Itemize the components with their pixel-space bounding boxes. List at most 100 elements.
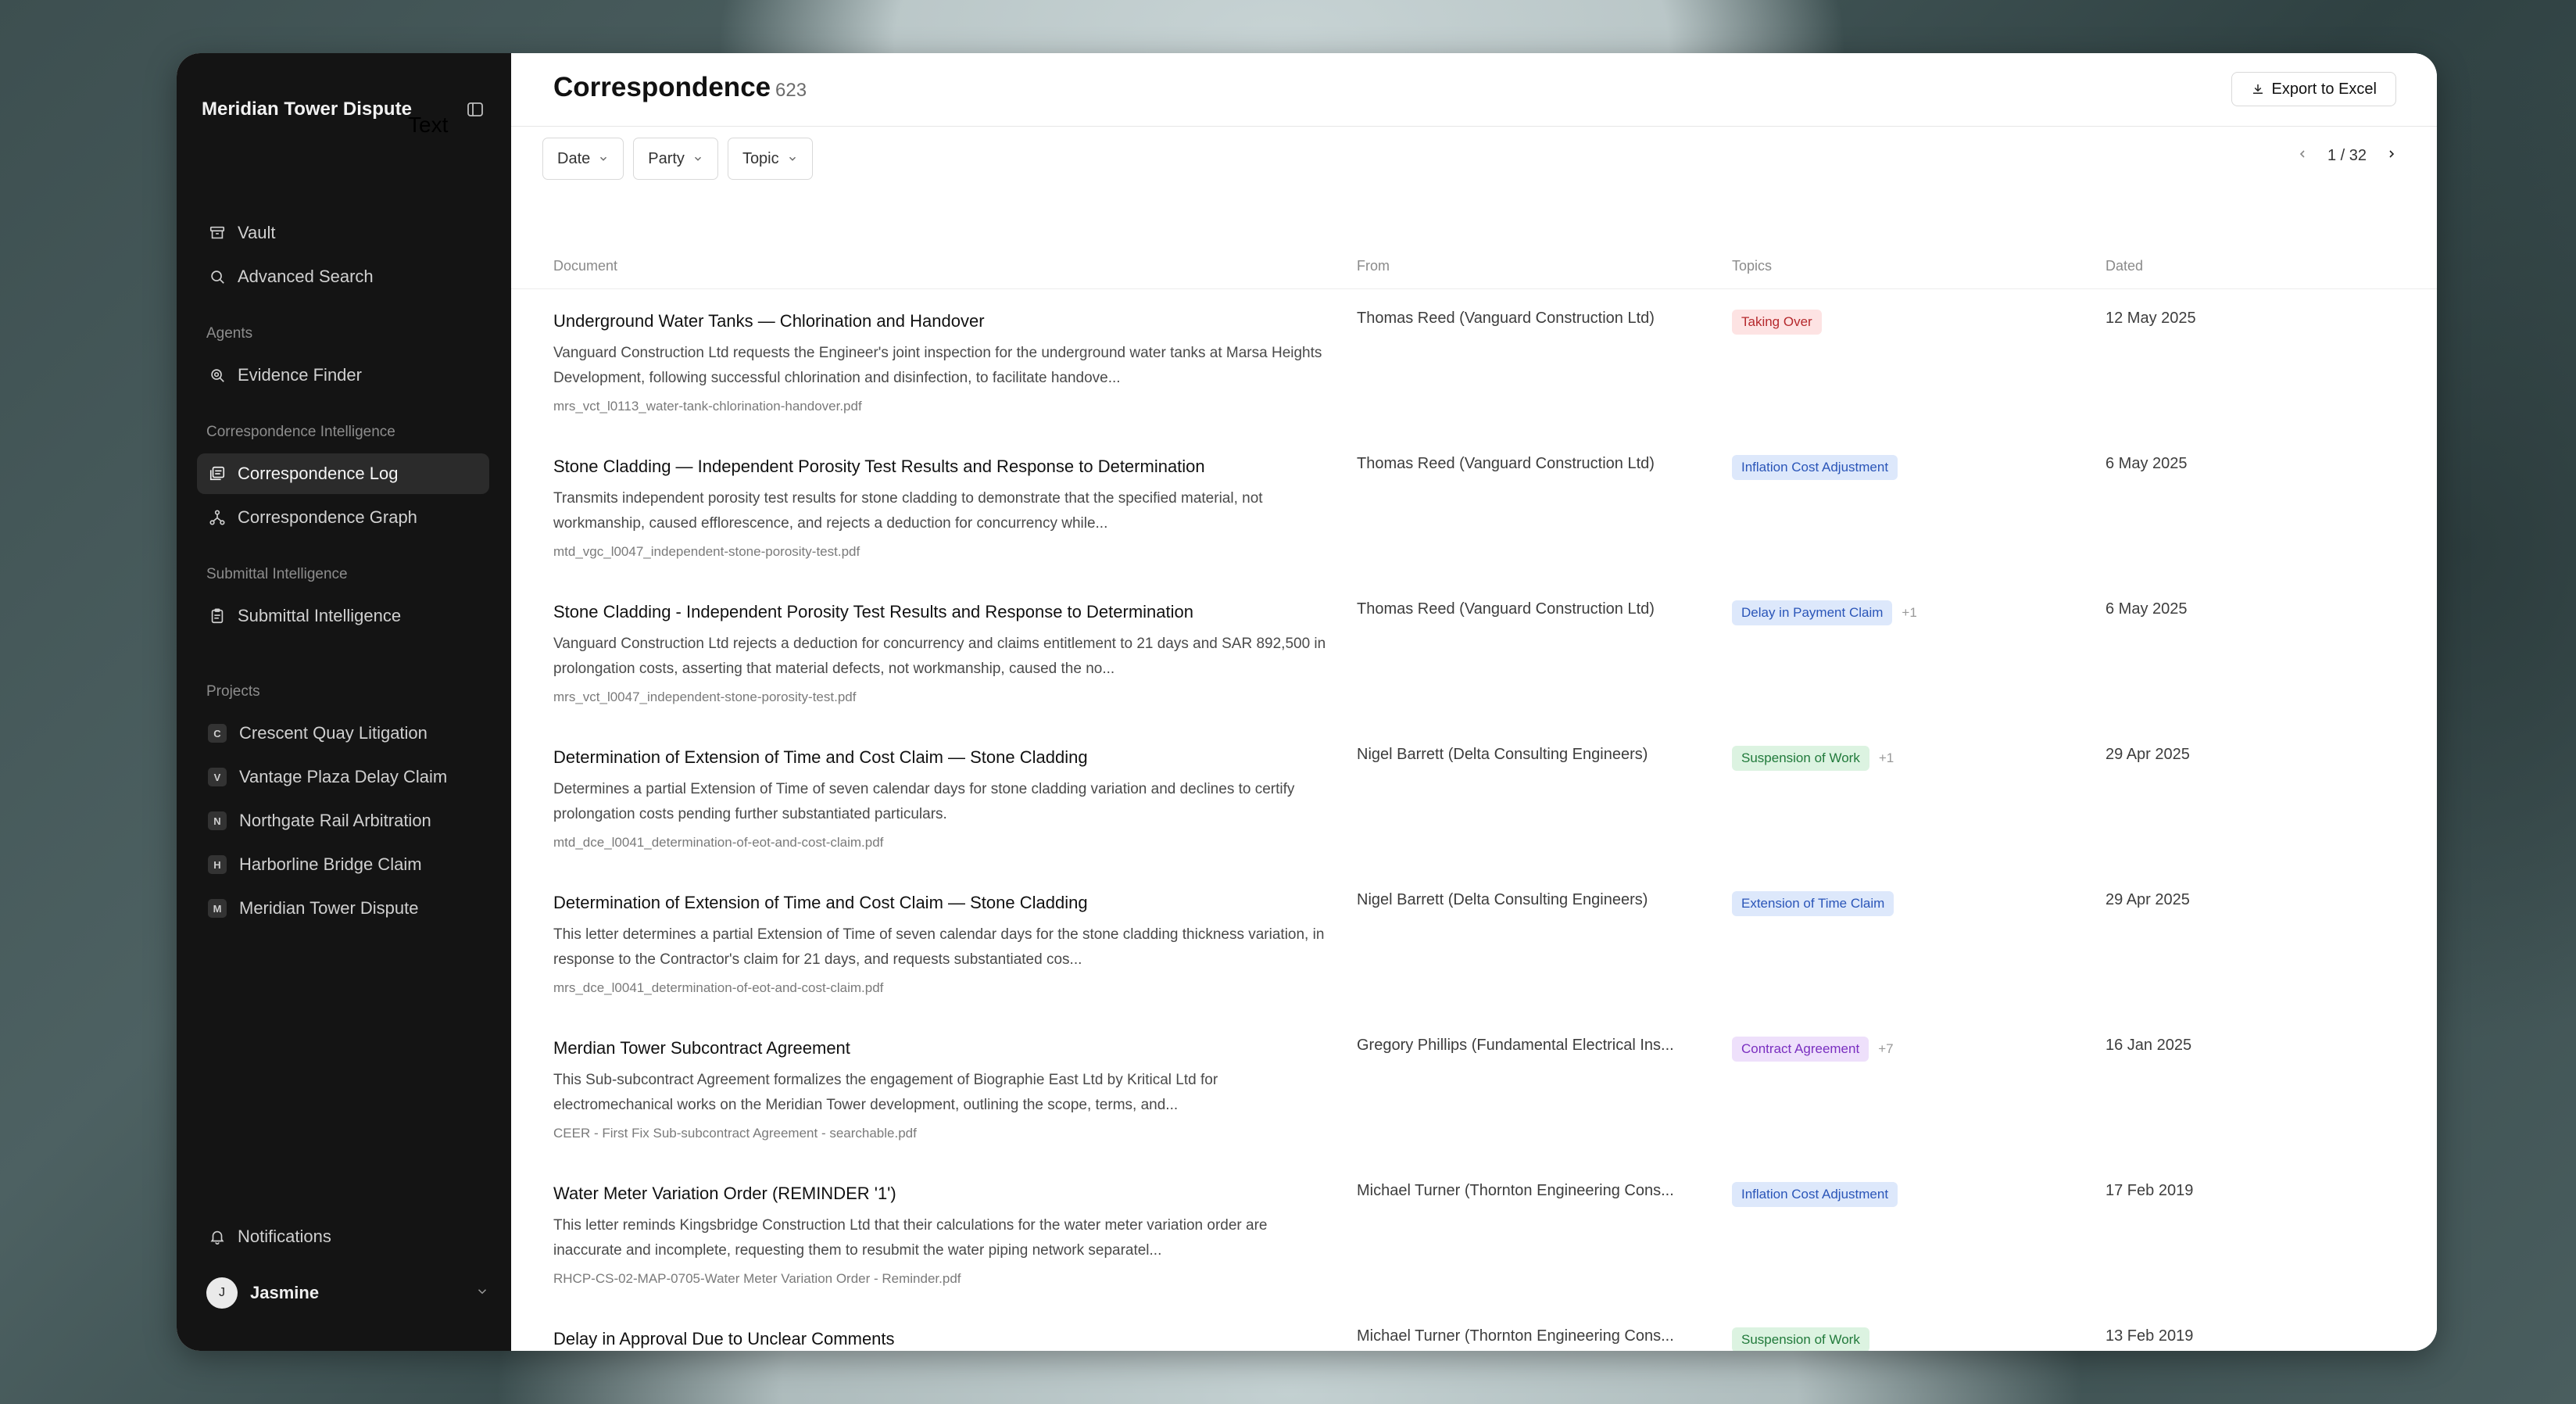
nav-notifications[interactable]: Notifications — [197, 1216, 489, 1257]
project-item-vantage-plaza[interactable]: V Vantage Plaza Delay Claim — [197, 757, 489, 797]
topics-cell: Suspension of Work — [1732, 1327, 1869, 1351]
nav-submittal-intelligence-label: Submittal Intelligence — [238, 606, 402, 625]
table-row[interactable]: Water Meter Variation Order (REMINDER '1… — [511, 1162, 2437, 1307]
dated: 17 Feb 2019 — [2106, 1182, 2194, 1199]
project-item-crescent-quay[interactable]: C Crescent Quay Litigation — [197, 713, 489, 754]
graph-icon — [208, 508, 227, 527]
filter-topic[interactable]: Topic — [727, 138, 813, 180]
sidebar-toggle-icon[interactable] — [464, 98, 486, 120]
document-title[interactable]: Determination of Extension of Time and C… — [553, 893, 1088, 913]
user-name: Jasmine — [250, 1283, 320, 1302]
nav-correspondence-graph[interactable]: Correspondence Graph — [197, 497, 489, 538]
column-header-dated[interactable]: Dated — [2106, 258, 2143, 274]
sender: Thomas Reed (Vanguard Construction Ltd) — [1357, 455, 1655, 472]
topic-tag[interactable]: Delay in Payment Claim — [1732, 600, 1893, 625]
nav-advanced-search[interactable]: Advanced Search — [197, 256, 489, 297]
user-menu[interactable]: J Jasmine — [197, 1273, 489, 1313]
table-row[interactable]: Determination of Extension of Time and C… — [511, 871, 2437, 1016]
table-row[interactable]: Merdian Tower Subcontract Agreement This … — [511, 1016, 2437, 1162]
app-window: Meridian Tower Dispute Text Vault Advanc… — [177, 53, 2437, 1351]
column-header-document[interactable]: Document — [553, 258, 617, 274]
document-title[interactable]: Underground Water Tanks — Chlorination a… — [553, 311, 985, 331]
topics-cell: Contract Agreement +7 — [1732, 1037, 1894, 1062]
project-badge: V — [208, 768, 227, 786]
nav-submittal-intelligence[interactable]: Submittal Intelligence — [197, 596, 489, 636]
download-icon — [2251, 82, 2265, 96]
topic-tag[interactable]: Extension of Time Claim — [1732, 891, 1894, 916]
project-label: Crescent Quay Litigation — [239, 723, 428, 743]
nav-correspondence-log-label: Correspondence Log — [238, 464, 399, 483]
export-to-excel-button[interactable]: Export to Excel — [2231, 72, 2396, 106]
filter-date[interactable]: Date — [542, 138, 624, 180]
chevron-down-icon — [787, 153, 798, 164]
ghost-text: Text — [408, 113, 449, 137]
nav-vault[interactable]: Vault — [197, 213, 489, 253]
column-header-from[interactable]: From — [1357, 258, 1390, 274]
topic-tag[interactable]: Inflation Cost Adjustment — [1732, 455, 1898, 480]
column-header-topics[interactable]: Topics — [1732, 258, 1772, 274]
sender: Nigel Barrett (Delta Consulting Engineer… — [1357, 891, 1648, 908]
document-filename[interactable]: CEER - First Fix Sub-subcontract Agreeme… — [553, 1126, 917, 1141]
table-row[interactable]: Stone Cladding - Independent Porosity Te… — [511, 580, 2437, 725]
document-filename[interactable]: mtd_vgc_l0047_independent-stone-porosity… — [553, 544, 860, 560]
document-title[interactable]: Stone Cladding - Independent Porosity Te… — [553, 602, 1193, 622]
table-row[interactable]: Delay in Approval Due to Unclear Comment… — [511, 1307, 2437, 1351]
document-filename[interactable]: mrs_vct_l0047_independent-stone-porosity… — [553, 689, 856, 705]
project-badge: M — [208, 899, 227, 918]
document-title[interactable]: Merdian Tower Subcontract Agreement — [553, 1038, 850, 1058]
project-item-meridian-tower[interactable]: M Meridian Tower Dispute — [197, 888, 489, 929]
sender: Thomas Reed (Vanguard Construction Ltd) — [1357, 600, 1655, 618]
export-label: Export to Excel — [2271, 80, 2377, 98]
sender: Michael Turner (Thornton Engineering Con… — [1357, 1182, 1674, 1199]
section-label-submittal: Submittal Intelligence — [206, 566, 348, 582]
topic-tag[interactable]: Suspension of Work — [1732, 1327, 1869, 1351]
topic-tag[interactable]: Suspension of Work — [1732, 746, 1869, 771]
workspace-title: Meridian Tower Dispute — [202, 98, 412, 120]
document-filename[interactable]: mtd_dce_l0041_determination-of-eot-and-c… — [553, 835, 883, 851]
next-page-icon[interactable] — [2385, 147, 2398, 165]
table-row[interactable]: Underground Water Tanks — Chlorination a… — [511, 289, 2437, 435]
topic-tag[interactable]: Contract Agreement — [1732, 1037, 1869, 1062]
table-row[interactable]: Stone Cladding — Independent Porosity Te… — [511, 435, 2437, 580]
project-item-harborline-bridge[interactable]: H Harborline Bridge Claim — [197, 844, 489, 885]
project-item-northgate-rail[interactable]: N Northgate Rail Arbitration — [197, 800, 489, 841]
prev-page-icon[interactable] — [2296, 147, 2309, 165]
table-row[interactable]: Determination of Extension of Time and C… — [511, 725, 2437, 871]
topic-tag[interactable]: Inflation Cost Adjustment — [1732, 1182, 1898, 1207]
dated: 13 Feb 2019 — [2106, 1327, 2194, 1345]
section-label-projects: Projects — [206, 683, 260, 700]
document-filename[interactable]: mrs_dce_l0041_determination-of-eot-and-c… — [553, 980, 883, 996]
document-title[interactable]: Water Meter Variation Order (REMINDER '1… — [553, 1184, 896, 1204]
document-summary: Vanguard Construction Ltd rejects a dedu… — [553, 636, 1326, 677]
zoom-icon — [208, 366, 227, 385]
sender: Thomas Reed (Vanguard Construction Ltd) — [1357, 310, 1655, 327]
more-topics-count[interactable]: +1 — [1902, 605, 1916, 621]
more-topics-count[interactable]: +7 — [1878, 1041, 1893, 1057]
table-header: Document From Topics Dated — [511, 249, 2437, 289]
project-label: Harborline Bridge Claim — [239, 854, 422, 874]
document-filename[interactable]: RHCP-CS-02-MAP-0705-Water Meter Variatio… — [553, 1271, 961, 1287]
topics-cell: Inflation Cost Adjustment — [1732, 455, 1898, 480]
chevron-down-icon — [598, 153, 609, 164]
more-topics-count[interactable]: +1 — [1879, 750, 1894, 766]
sender: Nigel Barrett (Delta Consulting Engineer… — [1357, 746, 1648, 763]
nav-notifications-label: Notifications — [238, 1227, 331, 1246]
project-badge: C — [208, 724, 227, 743]
section-label-correspondence: Correspondence Intelligence — [206, 424, 395, 440]
nav-evidence-finder[interactable]: Evidence Finder — [197, 355, 489, 396]
filter-party[interactable]: Party — [633, 138, 718, 180]
nav-correspondence-log[interactable]: Correspondence Log — [197, 453, 489, 494]
dated: 29 Apr 2025 — [2106, 746, 2190, 763]
nav-vault-label: Vault — [238, 223, 276, 242]
document-summary: This Sub-subcontract Agreement formalize… — [553, 1072, 1218, 1113]
topic-tag[interactable]: Taking Over — [1732, 310, 1822, 335]
project-badge: H — [208, 855, 227, 874]
document-title[interactable]: Determination of Extension of Time and C… — [553, 747, 1088, 768]
document-filename[interactable]: mrs_vct_l0113_water-tank-chlorination-ha… — [553, 399, 862, 414]
document-title[interactable]: Delay in Approval Due to Unclear Comment… — [553, 1329, 895, 1349]
document-summary: Transmits independent porosity test resu… — [553, 490, 1263, 532]
document-title[interactable]: Stone Cladding — Independent Porosity Te… — [553, 457, 1205, 477]
topics-cell: Inflation Cost Adjustment — [1732, 1182, 1898, 1207]
bell-icon — [208, 1227, 227, 1246]
page-header: Correspondence 623 Export to Excel — [511, 53, 2437, 127]
